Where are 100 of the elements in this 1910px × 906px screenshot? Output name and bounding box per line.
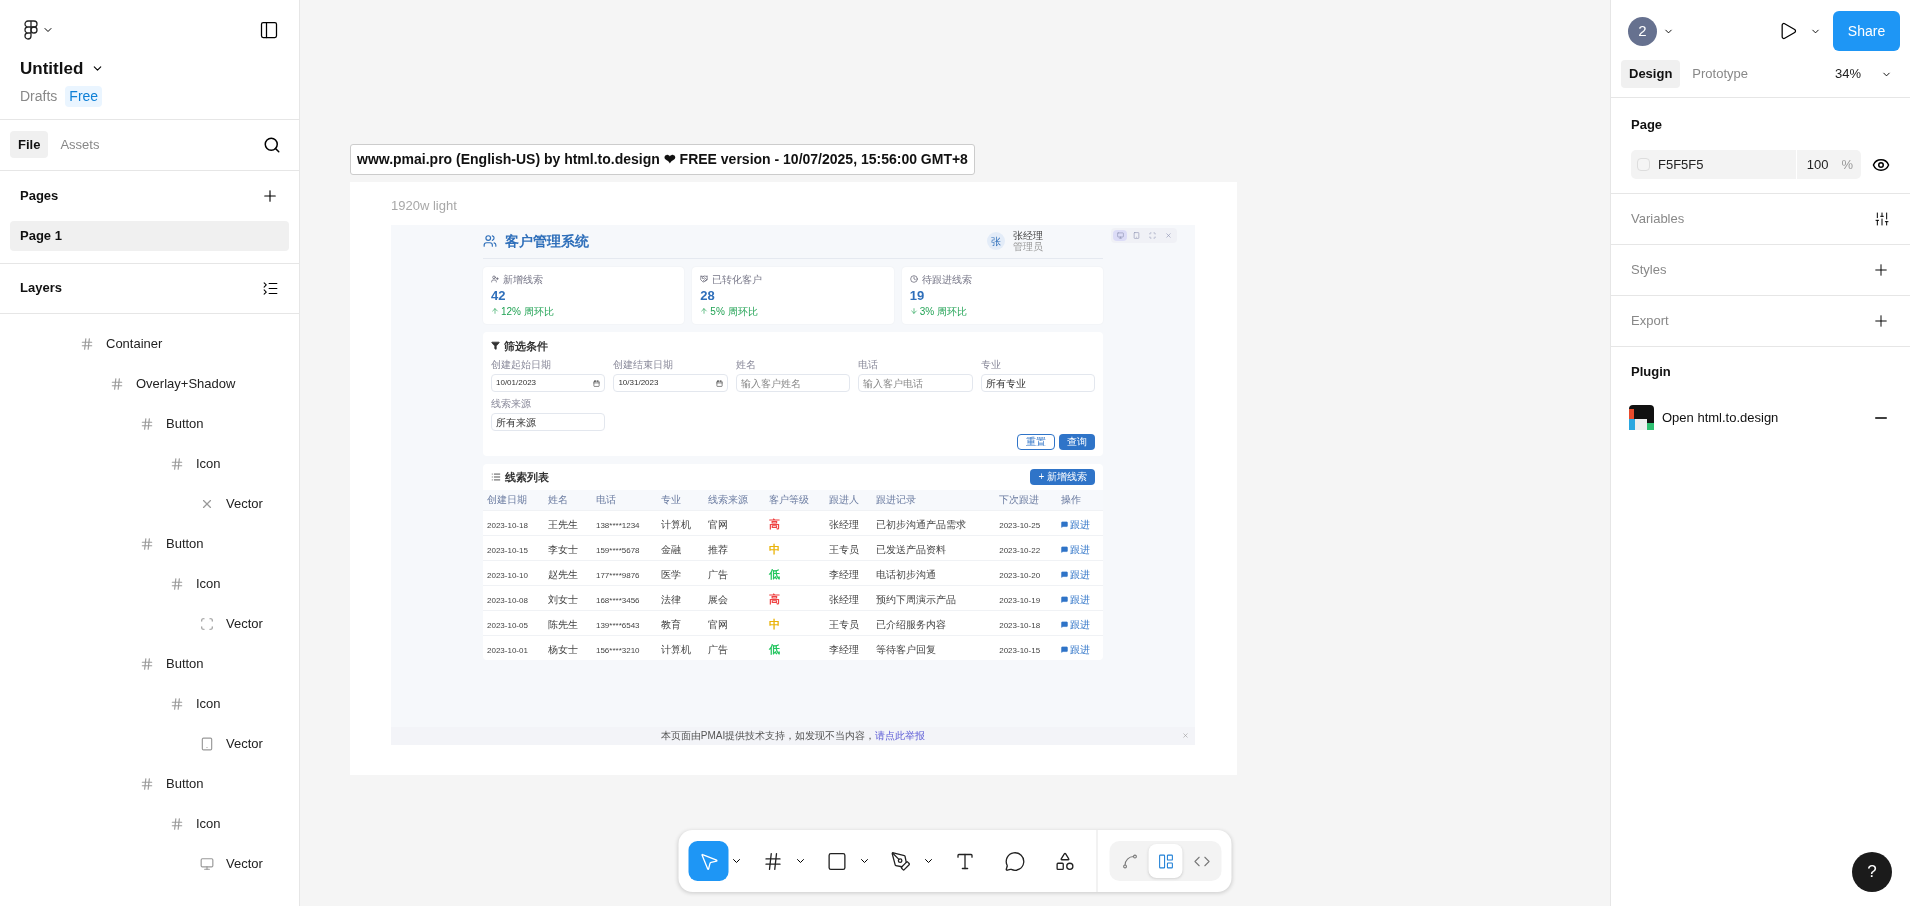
column-header: 操作 <box>1056 490 1103 510</box>
follow-up-link[interactable]: 跟进 <box>1060 566 1090 582</box>
layer-item[interactable]: Icon <box>196 693 221 714</box>
help-button[interactable]: ? <box>1852 852 1892 892</box>
field-label: 电话 <box>858 358 880 372</box>
panel-tab[interactable]: File <box>10 130 49 159</box>
table-cell: 2023-10-20 <box>999 570 1041 580</box>
date-field[interactable]: 10/01/2023 <box>491 374 606 392</box>
table-cell: 赵先生 <box>548 568 579 580</box>
table-cell: 医学 <box>660 568 681 580</box>
stat-trend: 12% 周环比 <box>501 304 554 319</box>
reset-button[interactable]: 重置 <box>1017 434 1055 450</box>
design-mode-button[interactable] <box>1148 844 1183 878</box>
layer-item[interactable]: Button <box>166 413 204 434</box>
user-plus-icon <box>491 275 499 283</box>
layer-item[interactable]: Vector <box>226 613 263 634</box>
table-cell: 2023-10-19 <box>999 595 1041 605</box>
follow-up-link[interactable]: 跟进 <box>1060 616 1090 632</box>
table-cell: 2023-10-15 <box>999 645 1041 655</box>
table-cell: 等待客户回复 <box>876 643 937 655</box>
frame-icon <box>140 416 154 431</box>
layer-item[interactable]: Vector <box>226 733 263 754</box>
layer-item[interactable]: Icon <box>196 453 221 474</box>
variables-icon[interactable] <box>1874 211 1890 227</box>
layer-item[interactable]: Icon <box>196 813 221 834</box>
follow-up-link[interactable]: 跟进 <box>1060 591 1090 607</box>
table-cell: 李经理 <box>828 643 859 655</box>
table-cell: 预约下周演示产品 <box>876 593 957 605</box>
table-cell: 张经理 <box>828 593 859 605</box>
zoom-level[interactable]: 34% <box>1834 64 1861 84</box>
table-cell: 电话初步沟通 <box>876 568 937 580</box>
file-title[interactable]: Untitled <box>20 56 84 82</box>
add-icon[interactable] <box>1872 312 1890 330</box>
user-name: 张经理 <box>1013 230 1043 241</box>
table-cell: 展会 <box>708 593 729 605</box>
monitor-icon <box>1116 231 1124 239</box>
stat-value: 19 <box>909 287 926 303</box>
layer-item[interactable]: Icon <box>196 573 221 594</box>
section-heading[interactable]: Variables <box>1631 209 1685 229</box>
table-cell: 陈先生 <box>548 618 579 630</box>
follow-up-link[interactable]: 跟进 <box>1060 641 1090 657</box>
layer-item[interactable]: Container <box>106 333 163 354</box>
panel-tab[interactable]: Assets <box>52 130 108 159</box>
table-cell: 168****3456 <box>595 595 640 605</box>
input-field[interactable]: 输入客户电话 <box>858 374 973 392</box>
select-field[interactable]: 所有来源 <box>491 413 606 431</box>
stat-trend: 5% 周环比 <box>710 304 758 319</box>
column-header: 姓名 <box>544 490 592 510</box>
select-field[interactable]: 所有专业 <box>980 374 1095 392</box>
comment-icon <box>1060 595 1068 603</box>
table-cell: 2023-10-01 <box>487 645 528 655</box>
table-cell: 法律 <box>660 593 681 605</box>
logo-icon <box>24 20 38 40</box>
panel-tab[interactable]: Prototype <box>1684 60 1756 88</box>
layer-item[interactable]: Vector <box>226 853 263 874</box>
search-icon[interactable] <box>263 135 281 154</box>
comment-icon <box>1060 545 1068 553</box>
stat-label: 待跟进线索 <box>921 272 972 287</box>
report-link[interactable]: 请点此举报 <box>875 728 926 743</box>
table-cell: 官网 <box>708 618 729 630</box>
collaborator-avatar[interactable]: 2 <box>1628 16 1657 46</box>
table-cell: 2023-10-05 <box>487 620 528 630</box>
follow-up-link[interactable]: 跟进 <box>1060 516 1090 532</box>
follow-up-link[interactable]: 跟进 <box>1060 541 1090 557</box>
date-field[interactable]: 10/31/2023 <box>613 374 728 392</box>
table-cell: 张经理 <box>828 518 859 530</box>
table-cell: 广告 <box>708 568 729 580</box>
table-cell: 王专员 <box>828 618 859 630</box>
column-header: 电话 <box>591 490 657 510</box>
page-item[interactable]: Page 1 <box>10 220 289 251</box>
add-lead-button[interactable]: + 新增线索 <box>1030 469 1095 485</box>
comment-icon <box>1004 850 1025 872</box>
card-title: 筛选条件 <box>504 338 548 354</box>
user-avatar[interactable]: 张 <box>987 232 1005 250</box>
section-heading[interactable]: Styles <box>1631 260 1667 280</box>
layer-item[interactable]: Button <box>166 773 204 794</box>
table-cell: 2023-10-15 <box>487 545 528 555</box>
project-location[interactable]: Drafts <box>20 85 58 107</box>
add-icon[interactable] <box>1872 261 1890 279</box>
section-heading: Pages <box>20 186 59 205</box>
input-field[interactable]: 输入客户姓名 <box>735 374 851 392</box>
section-heading[interactable]: Export <box>1631 311 1669 331</box>
plugin-name[interactable]: Open html.to.design <box>1662 407 1779 428</box>
column-header: 下次跟进 <box>995 490 1057 510</box>
column-header: 专业 <box>656 490 705 510</box>
frame-name: 1920w light <box>391 197 458 215</box>
frame-icon <box>110 376 124 391</box>
sidebar-toggle-icon[interactable] <box>259 20 279 40</box>
layer-item[interactable]: Button <box>166 653 204 674</box>
clock-icon <box>909 275 918 283</box>
panel-tab[interactable]: Design <box>1621 60 1681 88</box>
page-color-field[interactable]: F5F5F5 100 % <box>1631 150 1861 179</box>
table-cell: 2023-10-18 <box>487 520 528 530</box>
collapse-layers-icon[interactable] <box>262 279 279 297</box>
layer-item[interactable]: Button <box>166 533 204 554</box>
filter-icon <box>491 341 500 351</box>
layer-item[interactable]: Vector <box>226 493 263 514</box>
layer-item[interactable]: Overlay+Shadow <box>136 373 236 394</box>
query-button[interactable]: 查询 <box>1059 434 1095 450</box>
notice-text: 本页面由PMAI提供技术支持，如发现不当内容， <box>660 729 876 743</box>
